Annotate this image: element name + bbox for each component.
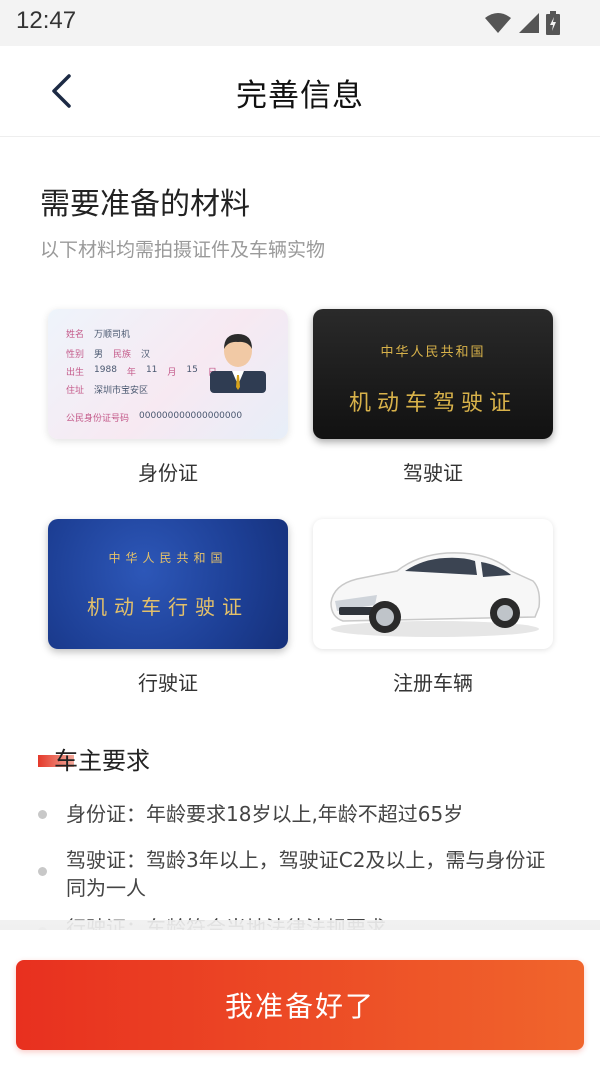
register-vehicle-label: 注册车辆	[393, 671, 473, 695]
id-birth-year-unit: 年	[126, 368, 136, 378]
vehicle-license-image[interactable]: 中华人民共和国 机动车行驶证	[48, 519, 288, 649]
driver-license-top-text: 中华人民共和国	[380, 345, 486, 360]
list-bullet	[38, 867, 47, 876]
id-ethnic-val: 汉	[141, 350, 151, 360]
id-gender-val: 男	[94, 350, 104, 360]
vehicle-license-label: 行驶证	[138, 671, 198, 695]
materials-subheading: 以下材料均需拍摄证件及车辆实物	[40, 239, 326, 261]
id-birth-month: 11	[145, 365, 158, 375]
id-gender-key: 性别	[66, 350, 85, 360]
page-title: 完善信息	[236, 78, 364, 114]
id-birth-day: 15	[186, 365, 198, 375]
materials-heading: 需要准备的材料	[40, 187, 250, 222]
id-birth-month-unit: 月	[167, 368, 177, 378]
car-image[interactable]	[313, 519, 553, 649]
battery-charging-icon	[546, 11, 560, 35]
id-card-label: 身份证	[138, 461, 198, 485]
vehicle-license-main-text: 机动车行驶证	[87, 595, 249, 619]
white-sedan-icon	[330, 552, 541, 637]
requirement-item: 驾驶证：驾龄3年以上，驾驶证C2及以上，需与身份证同为一人	[66, 848, 546, 900]
list-bullet	[38, 810, 47, 819]
wifi-icon	[485, 13, 511, 33]
driver-license-image[interactable]: 中华人民共和国 机动车驾驶证	[313, 309, 553, 439]
driver-license-main-text: 机动车驾驶证	[348, 391, 517, 416]
content-scroll[interactable]: 需要准备的材料 以下材料均需拍摄证件及车辆实物 姓名 万顺司机 性别男民族汉 出生…	[0, 137, 600, 930]
id-card-image[interactable]: 姓名万顺司机 性别男民族汉 出生1988年11月15日 住址深圳市宝安区 公民身…	[48, 309, 288, 439]
requirement-item: 身份证：年龄要求18岁以上,年龄不超过65岁	[66, 802, 464, 826]
status-time: 12:47	[16, 7, 77, 34]
status-icons	[484, 9, 560, 37]
signal-icon	[519, 13, 539, 33]
id-ethnic-key: 民族	[113, 350, 132, 360]
driver-license-label: 驾驶证	[403, 461, 463, 485]
ready-button[interactable]: 我准备好了	[16, 960, 584, 1050]
id-addr-val: 深圳市宝安区	[94, 386, 149, 396]
id-number-val: 000000000000000000	[139, 411, 243, 421]
owner-requirements-title: 车主要求	[54, 747, 150, 775]
id-name-key: 姓名	[66, 330, 85, 340]
vehicle-license-top-text: 中华人民共和国	[108, 551, 228, 565]
person-avatar-icon	[210, 334, 266, 393]
id-birth-key: 出生	[66, 368, 85, 378]
id-addr-key: 住址	[66, 386, 85, 396]
id-name-val: 万顺司机	[94, 330, 131, 340]
status-bar: 12:47	[0, 0, 600, 46]
id-birth-year: 1988	[94, 365, 117, 375]
id-number-key: 公民身份证号码	[66, 414, 130, 424]
navbar: 完善信息	[0, 46, 600, 137]
